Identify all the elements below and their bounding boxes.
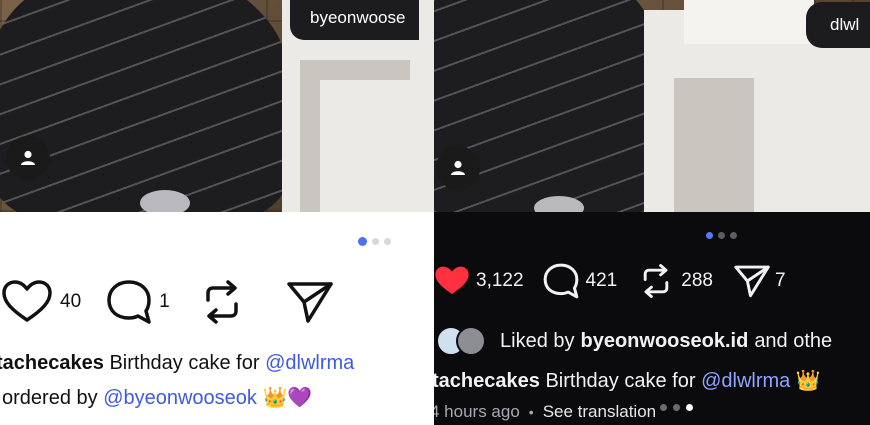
comment-button[interactable]: 1 [105, 278, 170, 326]
carousel-dot-active [358, 237, 367, 246]
user-tag-label: byeonwoose [310, 8, 406, 27]
caption-line2-mention[interactable]: @byeonwooseok [103, 387, 257, 409]
see-translation-link[interactable]: See translation [543, 402, 656, 422]
person-icon [451, 160, 465, 175]
repost-icon [205, 280, 238, 324]
like-button[interactable]: 3,122 [434, 263, 524, 299]
heart-icon [2, 280, 52, 322]
send-icon [286, 282, 333, 323]
caption-text: Birthday cake for [545, 370, 696, 392]
person-shoe [140, 190, 190, 212]
caption-mention[interactable]: @dlwlrma [701, 370, 790, 392]
heart-filled-icon [435, 266, 469, 294]
comment-icon [543, 263, 578, 299]
post-time: 4 hours ago [434, 402, 520, 421]
caption-username[interactable]: tachecakes [0, 352, 104, 374]
caption-emoji: 👑💜 [262, 385, 313, 409]
share-count: 7 [774, 270, 786, 291]
comment-button[interactable]: 421 [542, 262, 618, 300]
user-tag-label: dlwl [830, 15, 860, 34]
carousel-dot [673, 403, 681, 411]
repost-count: 288 [681, 270, 713, 291]
caption-mention[interactable]: @dlwlrma [265, 352, 354, 374]
repost-button[interactable] [200, 278, 244, 326]
repost-icon [643, 264, 669, 298]
caption-line-1: tachecakes Birthday cake for @dlwlrma [0, 352, 354, 375]
meta-separator: • [528, 404, 534, 420]
carousel-dot [384, 238, 391, 245]
counter-shadow [674, 78, 754, 212]
like-count: 40 [60, 291, 82, 312]
tagged-users-button[interactable] [436, 146, 480, 190]
text-carousel-dots [660, 403, 694, 411]
carousel-dot [718, 232, 725, 239]
carousel-dot [372, 238, 379, 245]
user-tag[interactable]: dlwl [806, 2, 870, 48]
liker-avatar [456, 326, 486, 356]
share-button[interactable]: 7 [733, 264, 786, 298]
counter-inner [320, 80, 410, 212]
carousel-dot [660, 403, 668, 411]
liked-by-row[interactable]: Liked by byeonwooseok.id and othe [436, 326, 832, 356]
user-tag[interactable]: byeonwoose [290, 0, 420, 40]
liker-avatars [436, 326, 488, 356]
caption-line2-prefix: ordered by [2, 387, 98, 409]
carousel-dot [730, 232, 737, 239]
like-button[interactable]: 40 [2, 280, 81, 324]
like-count: 3,122 [476, 270, 524, 291]
right-post-panel: dlwl 3,122 421 288 7 Liked by byeonwoose… [434, 0, 870, 425]
tagged-users-button[interactable] [6, 136, 50, 180]
post-photo[interactable]: byeonwoose [0, 0, 434, 212]
action-bar: 3,122 421 288 7 [434, 262, 786, 300]
send-icon [734, 265, 770, 298]
comment-count: 421 [585, 270, 618, 291]
carousel-dots [706, 232, 737, 239]
liked-by-suffix: and othe [754, 329, 833, 352]
meta-row: 4 hours ago • See translation [434, 402, 694, 422]
person-icon [21, 150, 35, 165]
carousel-dot-active [686, 403, 694, 411]
caption-emoji: 👑 [795, 368, 821, 392]
liked-by-prefix: Liked by [500, 329, 575, 352]
caption-line-2: ordered by @byeonwooseok 👑💜 [2, 385, 312, 410]
caption-text: Birthday cake for [109, 352, 260, 374]
comment-icon [107, 280, 151, 324]
liked-by-user[interactable]: byeonwooseok.id [581, 330, 749, 353]
repost-button[interactable]: 288 [639, 262, 713, 300]
person-jacket [0, 0, 290, 212]
post-photo[interactable]: dlwl [434, 0, 870, 212]
comment-count: 1 [159, 291, 170, 312]
share-button[interactable] [286, 280, 334, 324]
carousel-dot-active [706, 232, 713, 239]
left-post-panel: byeonwoose 40 1 tachecakes Birthday cake… [0, 0, 434, 425]
action-bar: 40 1 [2, 278, 334, 326]
carousel-dots [358, 237, 391, 246]
caption-username[interactable]: tachecakes [434, 370, 540, 392]
counter-top-box [684, 0, 814, 44]
caption-line-1: tachecakes Birthday cake for @dlwlrma 👑 [434, 368, 821, 393]
